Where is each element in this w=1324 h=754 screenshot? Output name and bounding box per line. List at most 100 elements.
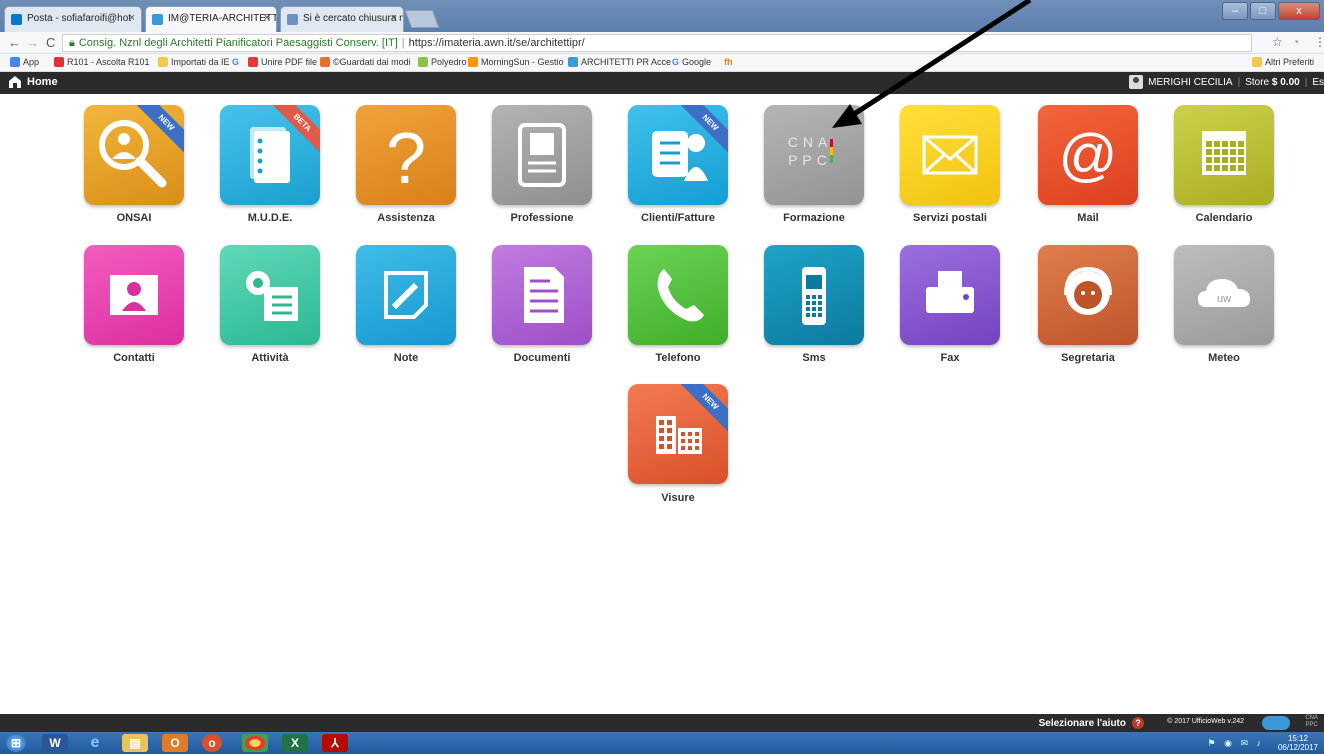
- contact-card-icon: [84, 245, 184, 345]
- tab-close-icon[interactable]: ×: [264, 12, 270, 24]
- tile-note[interactable]: [356, 245, 456, 345]
- tile-visure[interactable]: NEW: [628, 384, 728, 484]
- extension-icon[interactable]: ◔: [1292, 35, 1299, 49]
- tile-label[interactable]: M.U.D.E.: [200, 212, 340, 224]
- url-input[interactable]: 🔒︎ Consig. Nznl degli Architetti Pianific…: [62, 34, 1252, 52]
- reload-icon[interactable]: C: [46, 35, 55, 50]
- note-pencil-icon: [356, 245, 456, 345]
- tile-label[interactable]: Formazione: [744, 212, 884, 224]
- url-path: https://imateria.awn.it/se/architettipr/: [408, 37, 585, 49]
- bookmark-apps[interactable]: App: [10, 57, 39, 67]
- bookmark-r101[interactable]: R101 - Ascolta R101: [54, 57, 150, 67]
- tile-label[interactable]: Meteo: [1154, 352, 1294, 364]
- taskbar-clock[interactable]: 15:12 06/12/2017: [1278, 734, 1318, 752]
- browser-tab-mail[interactable]: Posta - sofiafaroifi@hot ×: [4, 6, 142, 32]
- tile-label[interactable]: Assistenza: [336, 212, 476, 224]
- tile-label[interactable]: Telefono: [608, 352, 748, 364]
- tile-onsai[interactable]: NEW: [84, 105, 184, 205]
- ie-taskbar-icon[interactable]: e: [82, 734, 108, 752]
- tab-label: Si è cercato chiusura nat: [303, 13, 404, 24]
- bookmark-other[interactable]: Altri Preferiti: [1252, 57, 1314, 67]
- tile-m-u-d-e-[interactable]: BETA: [220, 105, 320, 205]
- back-arrow-icon[interactable]: ←: [8, 35, 21, 50]
- clock-time: 15:12: [1287, 734, 1308, 743]
- user-avatar-icon[interactable]: [1129, 75, 1144, 89]
- tile-label[interactable]: Calendario: [1154, 212, 1294, 224]
- bookmark-star-icon[interactable]: ☆: [1272, 35, 1283, 49]
- excel-taskbar-icon[interactable]: X: [282, 734, 308, 752]
- tile-label[interactable]: Clienti/Fatture: [608, 212, 748, 224]
- minimize-button[interactable]: –: [1222, 2, 1248, 20]
- tile-label[interactable]: Servizi postali: [880, 212, 1020, 224]
- bookmark-google[interactable]: G Google: [672, 57, 711, 67]
- bookmark-label: R101 - Ascolta R101: [67, 57, 150, 67]
- bookmark-label: Polyedro: [431, 57, 467, 67]
- tab-close-icon[interactable]: ×: [129, 12, 135, 24]
- start-button[interactable]: ⊞: [6, 734, 26, 752]
- bookmark-google-g[interactable]: G: [232, 57, 239, 67]
- user-name[interactable]: MERIGHI CECILIA: [1148, 77, 1232, 88]
- tile-meteo[interactable]: uw: [1174, 245, 1274, 345]
- tile-professione[interactable]: [492, 105, 592, 205]
- tile-sms[interactable]: [764, 245, 864, 345]
- tile-label[interactable]: Segretaria: [1018, 352, 1158, 364]
- tile-label[interactable]: Professione: [472, 212, 612, 224]
- folder-icon: [1252, 57, 1262, 67]
- word-taskbar-icon[interactable]: W: [42, 734, 68, 752]
- tile-label[interactable]: ONSAI: [64, 212, 204, 224]
- polyedro-icon: [418, 57, 428, 67]
- bookmark-morningsun[interactable]: MorningSun - Gestio: [468, 57, 564, 67]
- app-footer: Selezionare l'aiuto ? © 2017 UfficioWeb …: [0, 714, 1324, 732]
- tile-clienti-fatture[interactable]: NEW: [628, 105, 728, 205]
- svg-text:PPC: PPC: [788, 152, 832, 168]
- header-extra-link[interactable]: Es: [1312, 77, 1324, 88]
- acrobat-taskbar-icon[interactable]: ⅄: [322, 734, 348, 752]
- home-button[interactable]: Home: [8, 75, 58, 89]
- maximize-button[interactable]: □: [1250, 2, 1276, 20]
- bookmark-label: ARCHITETTI PR Acce: [581, 57, 672, 67]
- tile-fax[interactable]: [900, 245, 1000, 345]
- help-selector[interactable]: Selezionare l'aiuto ?: [1039, 717, 1144, 729]
- imateria-icon: [152, 14, 163, 25]
- bookmark-guardati[interactable]: ©Guardati dai modi: [320, 57, 411, 67]
- gear-checklist-icon: [220, 245, 320, 345]
- tile-label[interactable]: Note: [336, 352, 476, 364]
- tile-label[interactable]: Attività: [200, 352, 340, 364]
- bookmark-ie[interactable]: Importati da IE: [158, 57, 230, 67]
- tile-attivit-[interactable]: [220, 245, 320, 345]
- browser-tab-search[interactable]: Si è cercato chiusura nat ×: [280, 6, 404, 32]
- system-tray[interactable]: ⚑ ◉ ✉ ♪: [1208, 738, 1264, 749]
- close-button[interactable]: x: [1278, 2, 1320, 20]
- chrome-taskbar-icon[interactable]: [242, 734, 268, 752]
- tile-assistenza[interactable]: ?: [356, 105, 456, 205]
- new-tab-button[interactable]: [404, 10, 440, 28]
- menu-icon[interactable]: ⋮: [1314, 35, 1324, 49]
- outlook-taskbar-icon[interactable]: O: [162, 734, 188, 752]
- tile-telefono[interactable]: [628, 245, 728, 345]
- tile-label[interactable]: Sms: [744, 352, 884, 364]
- bookmark-architetti[interactable]: ARCHITETTI PR Acce: [568, 57, 671, 67]
- app-taskbar-icon[interactable]: o: [202, 734, 222, 752]
- outlook-icon: [11, 14, 22, 25]
- tile-label[interactable]: Fax: [880, 352, 1020, 364]
- tile-contatti[interactable]: [84, 245, 184, 345]
- browser-tab-imateria[interactable]: IM@TERIA-ARCHITETTI ×: [145, 6, 277, 32]
- tile-label[interactable]: Documenti: [472, 352, 612, 364]
- bookmark-fh[interactable]: fh: [724, 57, 733, 67]
- store-link[interactable]: Store $ 0.00: [1245, 77, 1300, 88]
- help-label: Selezionare l'aiuto: [1038, 717, 1126, 729]
- tile-label[interactable]: Visure: [608, 492, 748, 504]
- tile-servizi-postali[interactable]: [900, 105, 1000, 205]
- tile-label[interactable]: Contatti: [64, 352, 204, 364]
- bookmark-polyedro[interactable]: Polyedro: [418, 57, 467, 67]
- tab-close-icon[interactable]: ×: [391, 12, 397, 24]
- tile-mail[interactable]: @: [1038, 105, 1138, 205]
- tile-segretaria[interactable]: [1038, 245, 1138, 345]
- tile-calendario[interactable]: [1174, 105, 1274, 205]
- forward-arrow-icon[interactable]: →: [26, 35, 39, 50]
- bookmark-pdf[interactable]: Unire PDF file: [248, 57, 317, 67]
- tile-formazione[interactable]: CNA PPC: [764, 105, 864, 205]
- explorer-taskbar-icon[interactable]: ▤: [122, 734, 148, 752]
- tile-label[interactable]: Mail: [1018, 212, 1158, 224]
- tile-documenti[interactable]: [492, 245, 592, 345]
